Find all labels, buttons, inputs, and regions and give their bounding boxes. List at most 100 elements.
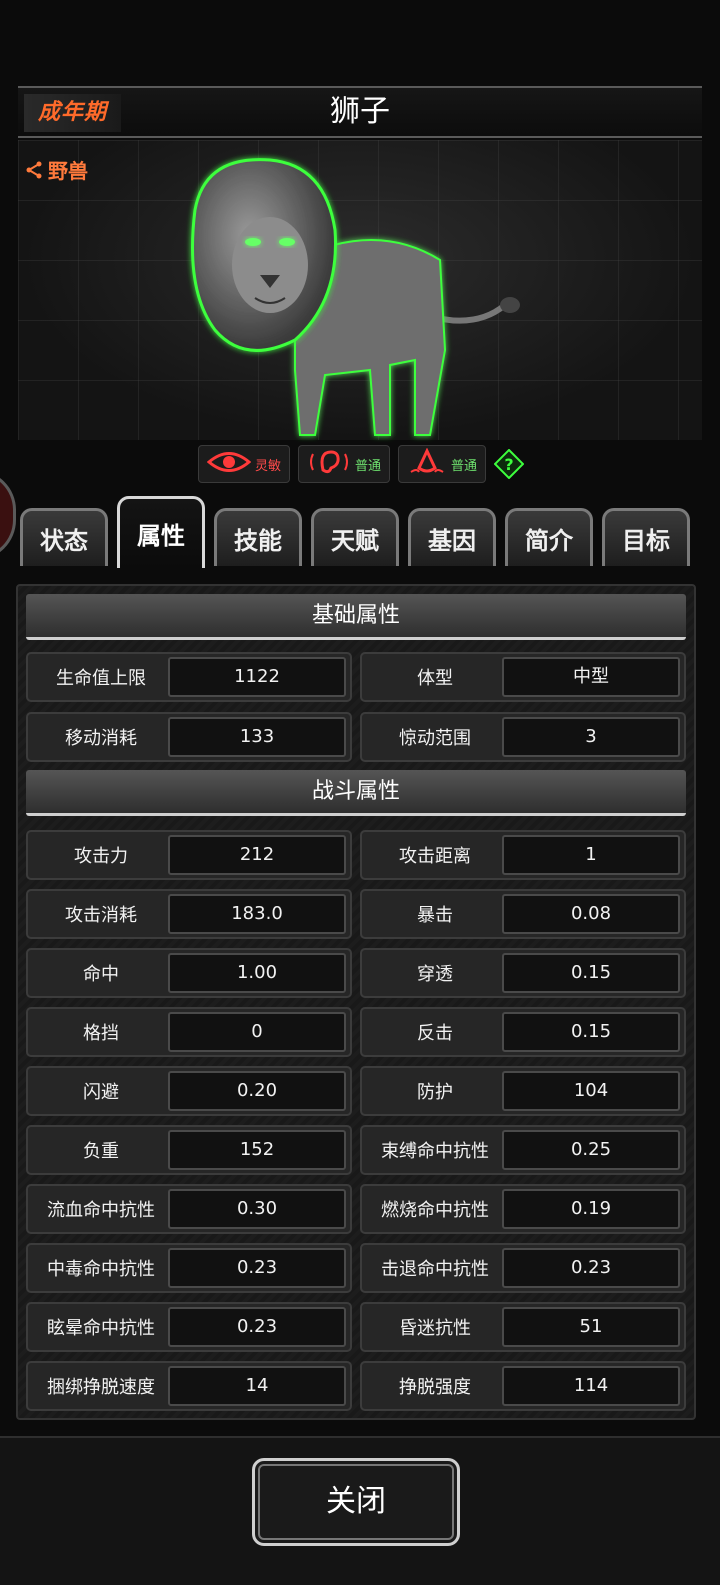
attr-label: 暴击 <box>417 905 453 926</box>
attr-value: 中型 <box>502 657 680 697</box>
attr-value: 0 <box>168 1012 346 1052</box>
tab-talents[interactable]: 天赋 <box>311 508 399 566</box>
attr-cell: 负重 152 <box>26 1125 352 1175</box>
attr-label: 束缚命中抗性 <box>381 1141 489 1162</box>
attr-value: 0.20 <box>168 1071 346 1111</box>
attr-value: 0.25 <box>502 1130 680 1170</box>
attr-value: 0.23 <box>168 1248 346 1288</box>
attr-label: 攻击消耗 <box>65 905 137 926</box>
attr-cell: 闪避 0.20 <box>26 1066 352 1116</box>
attr-value: 0.08 <box>502 894 680 934</box>
attr-row: 流血命中抗性 0.30 燃烧命中抗性 0.19 <box>26 1184 686 1234</box>
attr-label: 生命值上限 <box>56 668 146 689</box>
attr-value: 1.00 <box>168 953 346 993</box>
tab-status[interactable]: 状态 <box>20 508 108 566</box>
attr-cell: 穿透 0.15 <box>360 948 686 998</box>
attr-cell: 防护 104 <box>360 1066 686 1116</box>
attr-row: 闪避 0.20 防护 104 <box>26 1066 686 1116</box>
section-combat-title: 战斗属性 <box>26 770 686 816</box>
attr-cell: 攻击消耗 183.0 <box>26 889 352 939</box>
attr-label: 攻击距离 <box>399 846 471 867</box>
attr-value: 133 <box>168 717 346 757</box>
attr-value: 1122 <box>168 657 346 697</box>
nose-icon <box>407 447 447 480</box>
attr-label: 挣脱强度 <box>399 1377 471 1398</box>
attr-value: 14 <box>168 1366 346 1406</box>
side-handle[interactable] <box>0 470 16 560</box>
attr-label: 移动消耗 <box>65 728 137 749</box>
attr-value: 0.15 <box>502 953 680 993</box>
attr-value: 3 <box>502 717 680 757</box>
attr-value: 0.15 <box>502 1012 680 1052</box>
attr-row: 攻击消耗 183.0 暴击 0.08 <box>26 889 686 939</box>
attr-label: 反击 <box>417 1023 453 1044</box>
attr-label: 燃烧命中抗性 <box>381 1200 489 1221</box>
attr-row: 攻击力 212 攻击距离 1 <box>26 830 686 880</box>
attr-label: 眩晕命中抗性 <box>47 1318 155 1339</box>
attr-label: 防护 <box>417 1082 453 1103</box>
tab-intro[interactable]: 简介 <box>505 508 593 566</box>
attr-cell: 攻击力 212 <box>26 830 352 880</box>
trait-sight-label: 灵敏 <box>255 458 282 474</box>
attr-value: 104 <box>502 1071 680 1111</box>
trait-smell: 普通 <box>398 445 487 483</box>
attr-cell: 生命值上限 1122 <box>26 652 352 702</box>
ear-icon <box>307 448 351 480</box>
tab-skills[interactable]: 技能 <box>214 508 302 566</box>
attr-label: 捆绑挣脱速度 <box>47 1377 155 1398</box>
attr-cell: 中毒命中抗性 0.23 <box>26 1243 352 1293</box>
svg-text:?: ? <box>504 455 513 474</box>
attr-row: 移动消耗 133 惊动范围 3 <box>26 712 686 762</box>
trait-sight: 灵敏 <box>198 445 291 483</box>
attr-cell: 惊动范围 3 <box>360 712 686 762</box>
attr-row: 命中 1.00 穿透 0.15 <box>26 948 686 998</box>
tab-genes[interactable]: 基因 <box>408 508 496 566</box>
attr-value: 1 <box>502 835 680 875</box>
attr-value: 212 <box>168 835 346 875</box>
attr-value: 183.0 <box>168 894 346 934</box>
attr-label: 昏迷抗性 <box>399 1318 471 1339</box>
close-button[interactable]: 关闭 <box>252 1458 460 1546</box>
attr-label: 命中 <box>83 964 119 985</box>
attr-row: 格挡 0 反击 0.15 <box>26 1007 686 1057</box>
attr-label: 流血命中抗性 <box>47 1200 155 1221</box>
tab-attributes[interactable]: 属性 <box>117 496 205 568</box>
attr-row: 捆绑挣脱速度 14 挣脱强度 114 <box>26 1361 686 1411</box>
attr-cell: 反击 0.15 <box>360 1007 686 1057</box>
attr-cell: 流血命中抗性 0.30 <box>26 1184 352 1234</box>
attr-label: 格挡 <box>83 1023 119 1044</box>
attr-value: 0.30 <box>168 1189 346 1229</box>
category-link[interactable]: 野兽 <box>24 155 88 184</box>
attr-label: 惊动范围 <box>399 728 471 749</box>
attr-cell: 命中 1.00 <box>26 948 352 998</box>
question-icon[interactable]: ? <box>493 448 525 480</box>
trait-hearing-label: 普通 <box>355 458 382 474</box>
attr-cell: 燃烧命中抗性 0.19 <box>360 1184 686 1234</box>
attr-value: 0.23 <box>502 1248 680 1288</box>
attr-value: 0.23 <box>168 1307 346 1347</box>
attr-row: 生命值上限 1122 体型 中型 <box>26 652 686 702</box>
attr-label: 中毒命中抗性 <box>47 1259 155 1280</box>
attr-cell: 体型 中型 <box>360 652 686 702</box>
attr-row: 眩晕命中抗性 0.23 昏迷抗性 51 <box>26 1302 686 1352</box>
attr-cell: 移动消耗 133 <box>26 712 352 762</box>
attr-value: 114 <box>502 1366 680 1406</box>
attr-row: 中毒命中抗性 0.23 击退命中抗性 0.23 <box>26 1243 686 1293</box>
attr-value: 152 <box>168 1130 346 1170</box>
trait-hearing: 普通 <box>298 445 391 483</box>
attr-label: 击退命中抗性 <box>381 1259 489 1280</box>
attr-label: 闪避 <box>83 1082 119 1103</box>
attr-row: 负重 152 束缚命中抗性 0.25 <box>26 1125 686 1175</box>
attr-value: 51 <box>502 1307 680 1347</box>
trait-smell-label: 普通 <box>451 458 478 474</box>
attr-cell: 昏迷抗性 51 <box>360 1302 686 1352</box>
attr-label: 穿透 <box>417 964 453 985</box>
section-basic-title: 基础属性 <box>26 594 686 640</box>
title-bar: 成年期 狮子 <box>18 86 702 138</box>
lion-illustration <box>175 150 535 445</box>
attr-cell: 格挡 0 <box>26 1007 352 1057</box>
attr-cell: 攻击距离 1 <box>360 830 686 880</box>
trait-bar: 灵敏 普通 普通 ? <box>198 445 525 483</box>
attr-value: 0.19 <box>502 1189 680 1229</box>
tab-goals[interactable]: 目标 <box>602 508 690 566</box>
